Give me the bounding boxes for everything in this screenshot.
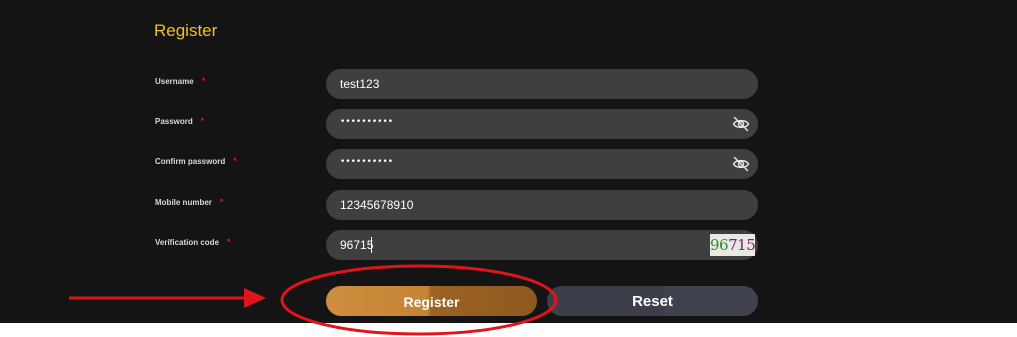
username-input[interactable] <box>340 69 720 99</box>
username-label: Username * <box>155 76 205 86</box>
required-mark: * <box>201 76 206 86</box>
captcha-image[interactable]: 96715 <box>710 234 756 256</box>
text-caret <box>371 237 372 253</box>
verification-code-field[interactable]: 96715 <box>326 230 758 260</box>
confirm-password-masked-value[interactable]: •••••••••• <box>340 157 393 167</box>
reset-button[interactable]: Reset <box>547 286 758 316</box>
mobile-number-field[interactable] <box>326 190 758 220</box>
password-masked-value[interactable]: •••••••••• <box>340 117 393 127</box>
eye-slash-icon[interactable] <box>732 155 750 173</box>
confirm-password-label-text: Confirm password <box>155 157 226 166</box>
confirm-password-label: Confirm password * <box>155 156 237 166</box>
mobile-number-input[interactable] <box>340 190 720 220</box>
register-button[interactable]: Register <box>326 286 537 316</box>
required-mark: * <box>233 156 237 166</box>
register-panel: Register Username* Password* •••••••••• … <box>0 0 1017 323</box>
verification-code-input[interactable] <box>340 230 720 260</box>
verification-code-label: Verification code * <box>155 237 231 247</box>
password-label: Password * <box>155 116 204 126</box>
captcha-char: 1 <box>737 236 747 254</box>
confirm-password-field[interactable]: •••••••••• <box>326 149 758 179</box>
captcha-char: 5 <box>746 236 756 254</box>
page: Register Username* Password* •••••••••• … <box>0 0 1017 337</box>
password-label-text: Password <box>155 117 193 126</box>
required-mark: * <box>219 197 224 207</box>
form-title: Register <box>154 21 218 40</box>
required-mark: * <box>227 237 231 247</box>
captcha-char: 9 <box>710 236 720 254</box>
username-field[interactable] <box>326 69 758 99</box>
username-label-text: Username <box>155 77 194 86</box>
verification-code-label-text: Verification code <box>155 238 220 247</box>
mobile-number-label: Mobile number * <box>155 197 223 207</box>
captcha-char: 6 <box>719 236 729 254</box>
captcha-char: 7 <box>728 236 738 254</box>
password-field[interactable]: •••••••••• <box>326 109 758 139</box>
required-mark: * <box>200 116 205 126</box>
mobile-number-label-text: Mobile number <box>155 198 212 207</box>
eye-slash-icon[interactable] <box>732 115 750 133</box>
